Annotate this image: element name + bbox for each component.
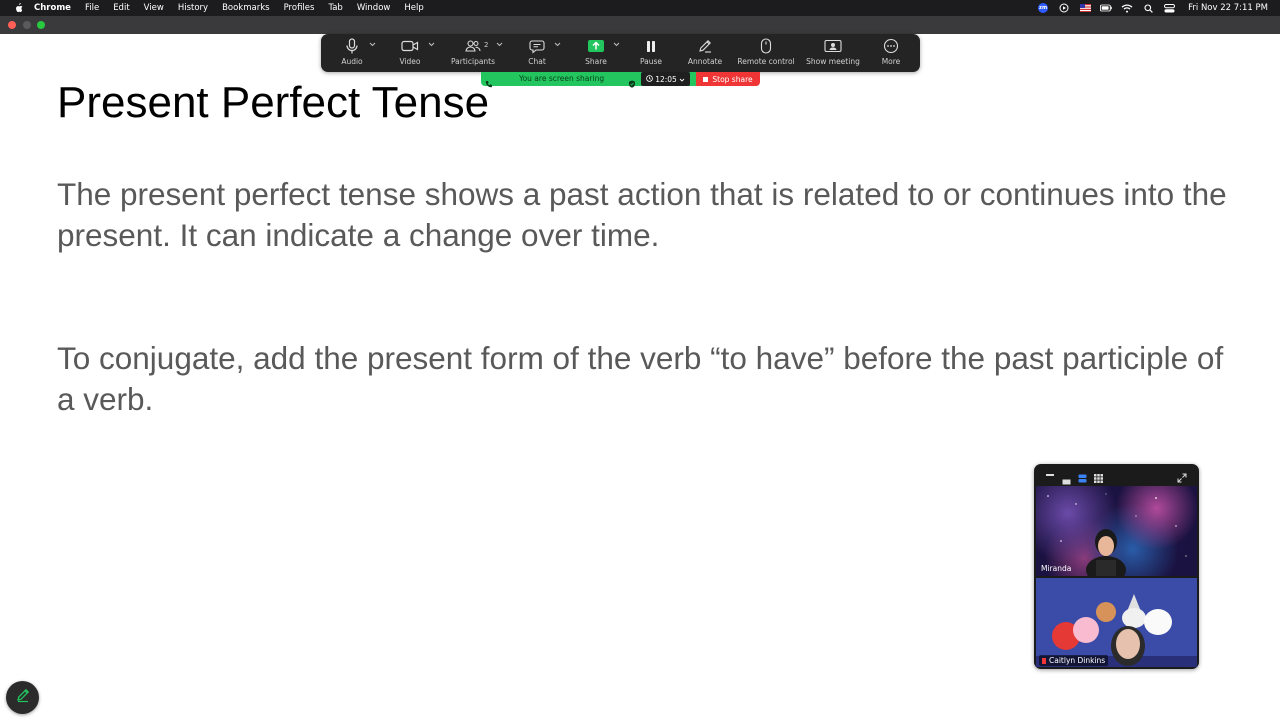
share-options-chevron-icon[interactable] [613, 40, 621, 48]
menu-file[interactable]: File [85, 3, 99, 13]
zoom-meeting-toolbar: Audio Video Participants 2 Chat Share Pa… [321, 34, 920, 72]
share-label: Share [585, 57, 607, 66]
window-title-bar [0, 16, 1280, 34]
pause-icon [645, 36, 657, 56]
video-thumbnail-panel[interactable]: Miranda Caitlyn Dinkins [1034, 464, 1199, 669]
video-panel-header [1034, 464, 1199, 486]
audio-button[interactable]: Audio [337, 36, 367, 70]
slide-title: Present Perfect Tense [57, 78, 490, 127]
meeting-timer[interactable]: 12:05 [641, 72, 690, 86]
clock-icon [646, 74, 653, 84]
play-circle-icon[interactable] [1058, 3, 1070, 13]
share-screen-icon [587, 36, 605, 56]
show-meeting-label: Show meeting [806, 57, 860, 66]
menu-history[interactable]: History [178, 3, 208, 13]
more-dots-icon [883, 36, 899, 56]
close-window-button[interactable] [8, 21, 16, 29]
mouse-icon [760, 36, 772, 56]
participants-label: Participants [450, 57, 496, 66]
annotate-button[interactable]: Annotate [686, 36, 724, 70]
apple-icon[interactable] [14, 3, 24, 13]
participants-count: 2 [484, 41, 489, 49]
minimize-icon[interactable] [1046, 474, 1054, 476]
slide-paragraph-conjugation: To conjugate, add the present form of th… [57, 340, 1224, 417]
chat-button[interactable]: Chat [522, 36, 552, 70]
pencil-icon [697, 36, 713, 56]
remote-control-label: Remote control [737, 57, 795, 66]
zoom-status-icon[interactable]: zm [1037, 3, 1049, 13]
zoom-window-button[interactable] [37, 21, 45, 29]
participant-name-miranda: Miranda [1041, 564, 1072, 573]
flag-icon[interactable] [1079, 3, 1091, 13]
control-center-icon[interactable] [1163, 3, 1175, 13]
menu-window[interactable]: Window [357, 3, 391, 13]
cartoon-characters-background-image [1036, 578, 1197, 667]
timer-chevron-down-icon [679, 75, 685, 84]
show-meeting-button[interactable]: Show meeting [805, 36, 861, 70]
audio-label: Audio [341, 57, 363, 66]
pause-label: Pause [639, 57, 663, 66]
pencil-icon [15, 687, 31, 708]
menu-view[interactable]: View [144, 3, 164, 13]
more-label: More [881, 57, 901, 66]
participant-name-caitlyn-dinkins: Caitlyn Dinkins [1049, 656, 1106, 665]
wifi-icon[interactable] [1121, 3, 1133, 13]
video-tile-caitlyn-dinkins[interactable]: Caitlyn Dinkins [1036, 578, 1197, 667]
annotate-pencil-button[interactable] [6, 681, 39, 714]
menu-help[interactable]: Help [404, 3, 423, 13]
annotate-label: Annotate [687, 57, 723, 66]
chat-options-chevron-icon[interactable] [554, 40, 562, 48]
remote-control-button[interactable]: Remote control [736, 36, 796, 70]
menu-tab[interactable]: Tab [328, 3, 342, 13]
video-options-chevron-icon[interactable] [428, 40, 436, 48]
menu-edit[interactable]: Edit [113, 3, 129, 13]
screen-sharing-message: You are screen sharing [519, 74, 605, 83]
video-camera-icon [401, 36, 419, 56]
macos-menu-bar: Chrome File Edit View History Bookmarks … [0, 0, 1280, 16]
menu-app-name[interactable]: Chrome [34, 3, 71, 13]
battery-icon[interactable] [1100, 3, 1112, 13]
show-meeting-window-icon [824, 36, 842, 56]
audio-options-chevron-icon[interactable] [369, 40, 377, 48]
participants-options-chevron-icon[interactable] [496, 40, 504, 48]
video-label: Video [399, 57, 421, 66]
meeting-timer-value: 12:05 [655, 74, 677, 84]
slide-paragraph-definition: The present perfect tense shows a past a… [57, 176, 1227, 253]
menu-bar-clock[interactable]: Fri Nov 22 7:11 PM [1188, 3, 1268, 13]
shield-icon [628, 75, 636, 88]
menu-bar-status-area: zm Fri Nov 22 7:11 PM [1037, 0, 1268, 16]
stop-share-label: Stop share [712, 74, 753, 84]
chat-label: Chat [528, 57, 546, 66]
more-button[interactable]: More [876, 36, 906, 70]
stop-share-button[interactable]: Stop share [696, 72, 760, 86]
chat-bubble-icon [529, 36, 545, 56]
participant-nametag-caitlyn: Caitlyn Dinkins [1039, 655, 1109, 666]
participants-icon [465, 36, 481, 56]
video-tile-miranda[interactable]: Miranda [1036, 486, 1197, 576]
search-icon[interactable] [1142, 3, 1154, 13]
minimize-window-button[interactable] [23, 21, 31, 29]
muted-microphone-icon [1042, 658, 1046, 664]
menu-bookmarks[interactable]: Bookmarks [222, 3, 270, 13]
stop-square-icon [703, 76, 709, 82]
video-button[interactable]: Video [395, 36, 425, 70]
microphone-icon [345, 36, 359, 56]
menu-profiles[interactable]: Profiles [284, 3, 315, 13]
pause-share-button[interactable]: Pause [636, 36, 666, 70]
share-button[interactable]: Share [581, 36, 611, 70]
participants-button[interactable]: Participants [449, 36, 497, 70]
